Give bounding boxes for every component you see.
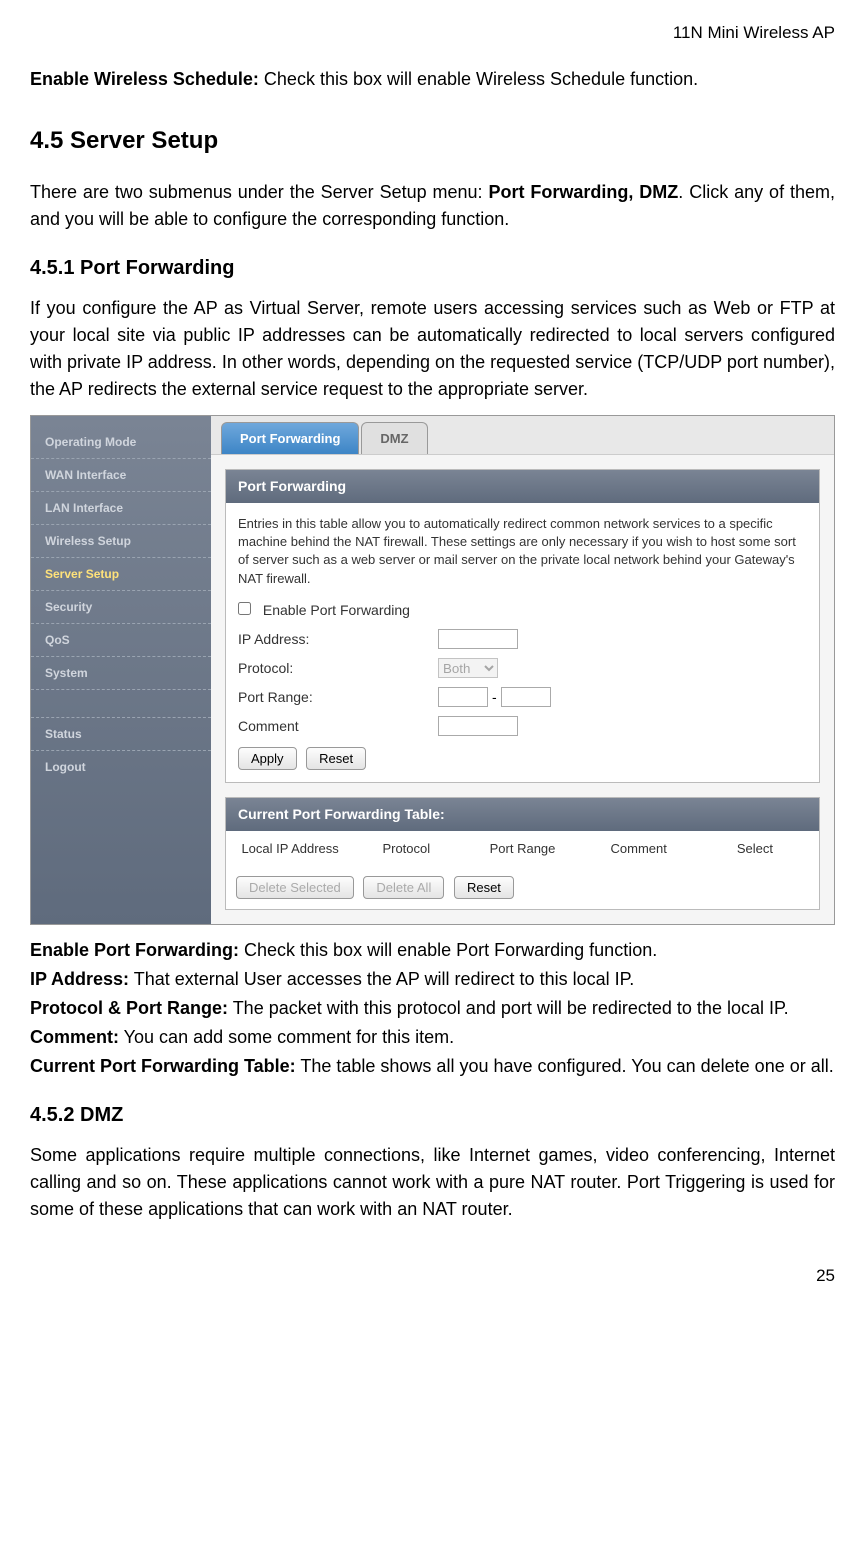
server-setup-para: There are two submenus under the Server … [30,179,835,233]
comment-label: Comment [238,716,438,737]
panel-title: Port Forwarding [226,470,819,503]
delete-selected-button[interactable]: Delete Selected [236,876,354,899]
tab-dmz[interactable]: DMZ [361,422,427,455]
para-pre: There are two submenus under the Server … [30,182,488,202]
delete-all-button[interactable]: Delete All [363,876,444,899]
sidebar-item-wireless-setup[interactable]: Wireless Setup [31,525,211,558]
def-proto: Protocol & Port Range: The packet with t… [30,995,835,1022]
def-text: Check this box will enable Port Forwardi… [239,940,657,960]
table-actions: Delete Selected Delete All Reset [226,866,819,909]
def-text: You can add some comment for this item. [119,1027,454,1047]
port-range-label: Port Range: [238,687,438,708]
sidebar-item-wan-interface[interactable]: WAN Interface [31,459,211,492]
def-label: Protocol & Port Range: [30,998,228,1018]
reset-button[interactable]: Reset [306,747,366,770]
ip-label: IP Address: [238,629,438,650]
def-label: Comment: [30,1027,119,1047]
enable-pf-cell: Enable Port Forwarding [238,600,438,621]
port-range-end-input[interactable] [501,687,551,707]
sidebar-item-system[interactable]: System [31,657,211,690]
sidebar-spacer [31,690,211,718]
def-ip: IP Address: That external User accesses … [30,966,835,993]
page-number: 25 [30,1263,835,1289]
heading-dmz: 4.5.2 DMZ [30,1100,835,1130]
port-range-start-input[interactable] [438,687,488,707]
table-title: Current Port Forwarding Table: [226,798,819,831]
para-bold: Port Forwarding, DMZ [488,182,678,202]
page-header: 11N Mini Wireless AP [30,20,835,46]
comment-input[interactable] [438,716,518,736]
sidebar-item-status[interactable]: Status [31,718,211,751]
main-area: Port Forwarding DMZ Port Forwarding Entr… [211,416,834,925]
tabs-row: Port Forwarding DMZ [211,416,834,456]
pf-table-section: Current Port Forwarding Table: Local IP … [225,797,820,911]
def-label: Enable Port Forwarding: [30,940,239,960]
def-text: The packet with this protocol and port w… [228,998,789,1018]
sidebar-item-security[interactable]: Security [31,591,211,624]
sidebar-item-lan-interface[interactable]: LAN Interface [31,492,211,525]
heading-server-setup: 4.5 Server Setup [30,123,835,159]
protocol-row: Protocol: Both [238,658,807,679]
tab-port-forwarding[interactable]: Port Forwarding [221,422,359,455]
dmz-para: Some applications require multiple conne… [30,1142,835,1223]
enable-pf-row: Enable Port Forwarding [238,600,807,621]
enable-wireless-schedule-def: Enable Wireless Schedule: Check this box… [30,66,835,93]
def-text: That external User accesses the AP will … [129,969,634,989]
port-forwarding-panel: Port Forwarding Entries in this table al… [225,469,820,783]
sidebar-item-logout[interactable]: Logout [31,751,211,783]
def-text: The table shows all you have configured.… [296,1056,834,1076]
protocol-select[interactable]: Both [438,658,498,678]
sidebar-item-operating-mode[interactable]: Operating Mode [31,426,211,459]
def-text: Check this box will enable Wireless Sche… [259,69,698,89]
port-range-row: Port Range: - [238,687,807,708]
ui-screenshot: Operating Mode WAN Interface LAN Interfa… [30,415,835,926]
col-local-ip: Local IP Address [232,839,348,859]
def-comment: Comment: You can add some comment for th… [30,1024,835,1051]
panel-buttons: Apply Reset [238,747,807,770]
col-select: Select [697,839,813,859]
def-label: Enable Wireless Schedule: [30,69,259,89]
col-port-range: Port Range [464,839,580,859]
table-reset-button[interactable]: Reset [454,876,514,899]
range-dash: - [492,687,497,708]
sidebar-item-server-setup[interactable]: Server Setup [31,558,211,591]
sidebar-item-qos[interactable]: QoS [31,624,211,657]
ip-row: IP Address: [238,629,807,650]
enable-pf-label: Enable Port Forwarding [263,602,410,618]
def-label: Current Port Forwarding Table: [30,1056,296,1076]
table-header-row: Local IP Address Protocol Port Range Com… [226,831,819,867]
panel-body: Entries in this table allow you to autom… [226,503,819,782]
comment-row: Comment [238,716,807,737]
def-table: Current Port Forwarding Table: The table… [30,1053,835,1080]
def-label: IP Address: [30,969,129,989]
col-protocol: Protocol [348,839,464,859]
def-enable-pf: Enable Port Forwarding: Check this box w… [30,937,835,964]
col-comment: Comment [581,839,697,859]
port-forwarding-para: If you configure the AP as Virtual Serve… [30,295,835,403]
enable-pf-checkbox[interactable] [238,602,251,615]
panel-desc: Entries in this table allow you to autom… [238,515,807,588]
sidebar: Operating Mode WAN Interface LAN Interfa… [31,416,211,925]
protocol-label: Protocol: [238,658,438,679]
ip-input[interactable] [438,629,518,649]
heading-port-forwarding: 4.5.1 Port Forwarding [30,253,835,283]
apply-button[interactable]: Apply [238,747,297,770]
